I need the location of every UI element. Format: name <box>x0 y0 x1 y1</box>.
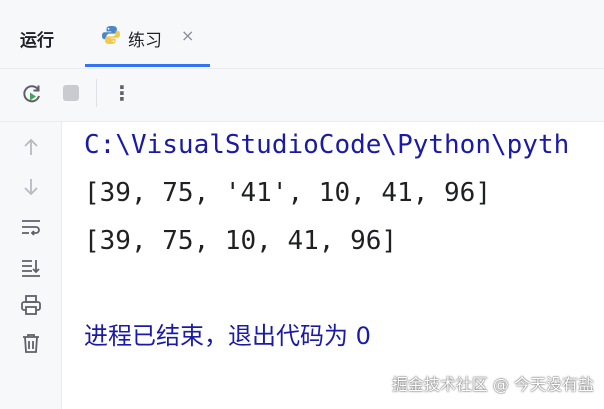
toolbar-separator <box>96 79 97 107</box>
soft-wrap-icon[interactable] <box>20 216 42 238</box>
console-side-toolbar <box>0 122 62 409</box>
console-output-line: [39, 75, '41', 10, 41, 96] <box>84 178 491 208</box>
run-tool-window-title: 运行 <box>20 31 54 51</box>
watermark: 掘金技术社区 @ 今天没有盐 <box>391 375 594 394</box>
trash-icon[interactable] <box>20 332 42 354</box>
scroll-to-end-icon[interactable] <box>20 256 42 278</box>
more-vertical-icon[interactable]: ⋮ <box>112 79 132 107</box>
tab-label: 练习 <box>128 31 162 51</box>
run-toolbar: ⋮ <box>0 69 604 122</box>
close-icon[interactable]: × <box>181 26 194 45</box>
console-output-line: [39, 75, 10, 41, 96] <box>84 226 398 256</box>
console-command-line: C:\VisualStudioCode\Python\pyth <box>84 130 570 160</box>
stop-icon[interactable] <box>63 85 79 101</box>
arrow-up-icon[interactable] <box>20 136 42 158</box>
run-tool-window-header: 运行 练习 × <box>0 0 604 69</box>
python-icon <box>101 25 121 49</box>
process-exit-message: 进程已结束，退出代码为 0 <box>84 322 371 350</box>
console-output[interactable]: C:\VisualStudioCode\Python\pyth [39, 75,… <box>62 122 604 409</box>
rerun-icon[interactable] <box>21 83 43 109</box>
tab-run-config[interactable]: 练习 × <box>85 10 210 66</box>
print-icon[interactable] <box>20 294 42 316</box>
tab-active-indicator <box>85 64 210 67</box>
arrow-down-icon[interactable] <box>20 176 42 198</box>
